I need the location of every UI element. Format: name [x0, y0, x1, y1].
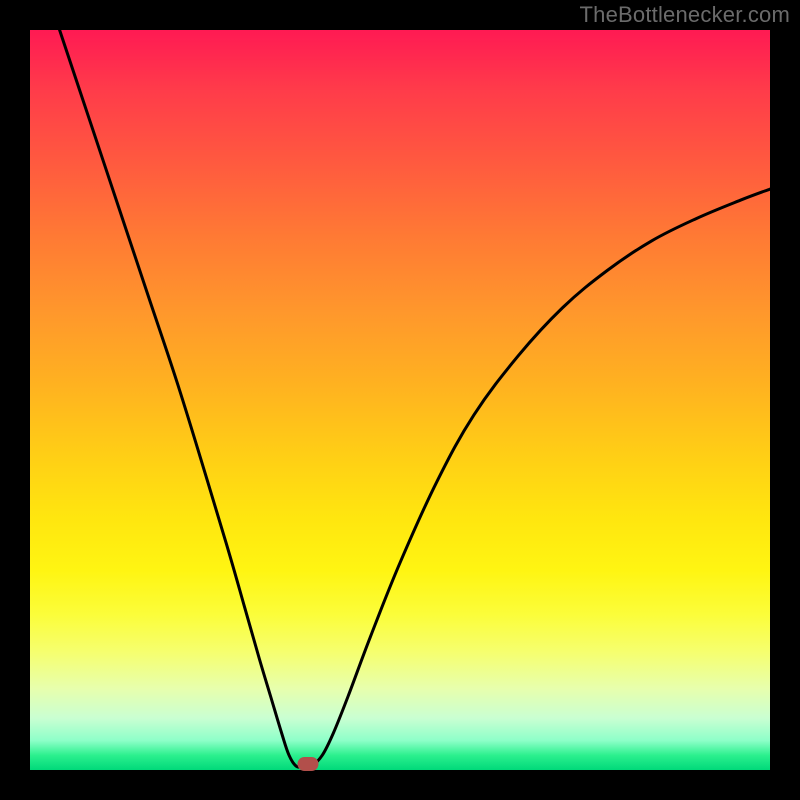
watermark-text: TheBottlenecker.com — [580, 2, 790, 28]
chart-frame: TheBottlenecker.com — [0, 0, 800, 800]
plot-area — [30, 30, 770, 770]
curve-svg — [30, 30, 770, 770]
bottleneck-curve-path — [60, 30, 770, 767]
optimal-marker — [297, 757, 318, 771]
